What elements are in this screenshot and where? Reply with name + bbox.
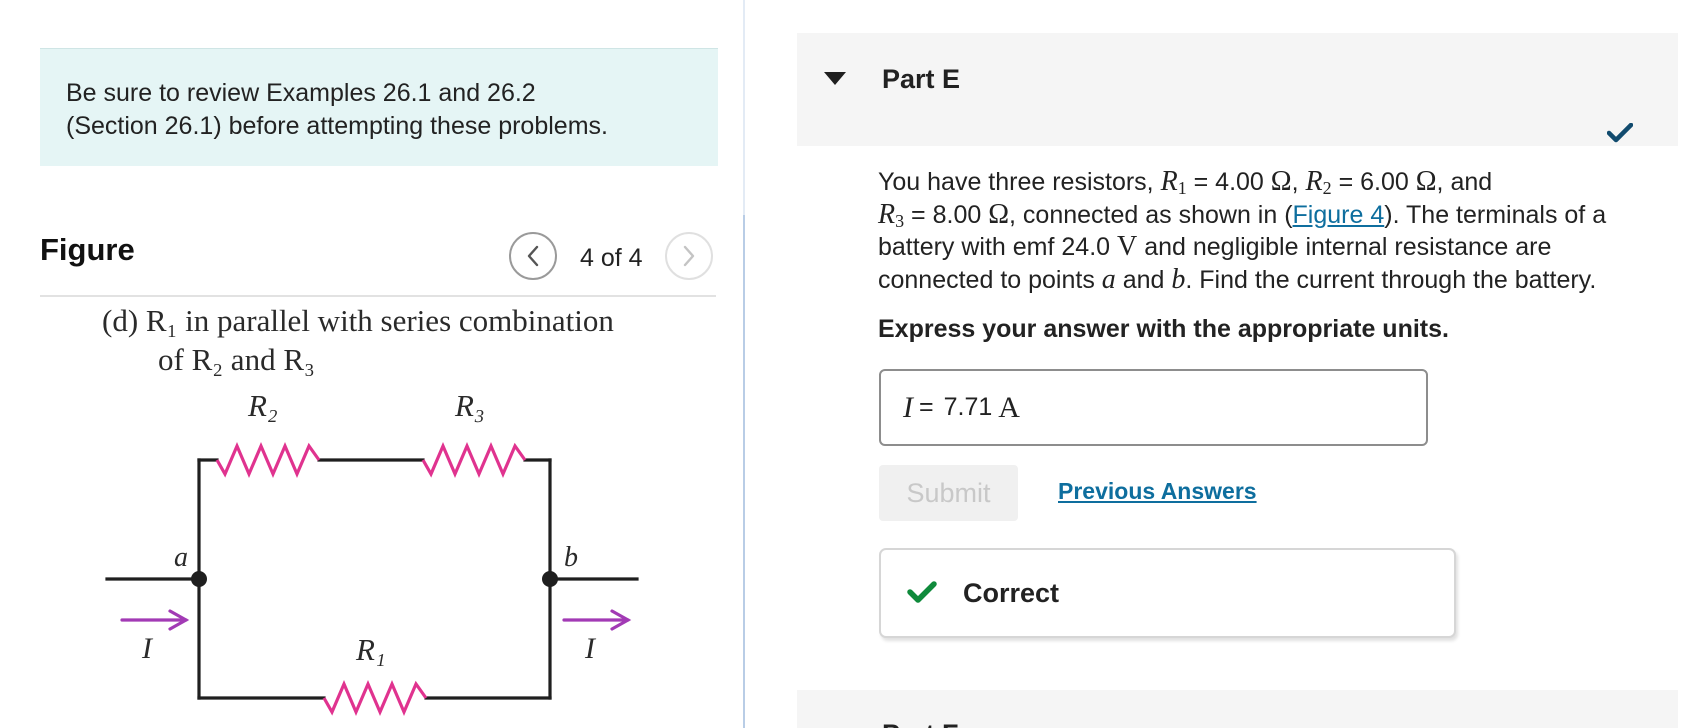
- node-b-dot: [542, 571, 558, 587]
- current-in-arrow: [120, 609, 190, 631]
- math-point-b: b: [1171, 263, 1186, 295]
- answer-equals: =: [919, 393, 934, 421]
- question-fragment: You have three resistors,: [878, 168, 1161, 196]
- figure-counter: 4 of 4: [580, 244, 643, 272]
- next-part-title: Part F: [882, 719, 959, 728]
- correct-check-icon: [907, 581, 937, 603]
- next-part-header[interactable]: Part F: [797, 690, 1678, 728]
- notice-line-2: (Section 26.1) before attempting these p…: [66, 112, 608, 140]
- question-fragment: ,: [1291, 168, 1299, 196]
- previous-figure-button[interactable]: [509, 232, 557, 280]
- r3-label: R₃: [454, 388, 485, 423]
- question-line-4: connected to points a and b. Find the cu…: [878, 264, 1678, 297]
- previous-answers-link[interactable]: Previous Answers: [1058, 478, 1257, 505]
- ohm-symbol: Ω: [988, 198, 1010, 230]
- answer-field[interactable]: I = 7.71 A: [879, 369, 1428, 446]
- r1-label: R₁: [355, 632, 386, 667]
- math-r2: R2: [1305, 166, 1332, 198]
- ohm-symbol: Ω: [1270, 166, 1292, 197]
- caption-line-1: (d) R₁ in parallel with series combinati…: [102, 303, 614, 338]
- figure-title: Figure: [40, 232, 135, 267]
- chevron-left-icon: [527, 245, 539, 267]
- math-r3: R3: [878, 198, 905, 231]
- figure-divider: [40, 295, 716, 297]
- feedback-box: Correct: [879, 548, 1456, 638]
- question-fragment: and negligible internal resistance are: [1137, 233, 1552, 261]
- question-text: You have three resistors, R1 = 4.00 Ω, R…: [878, 166, 1678, 296]
- review-notice: Be sure to review Examples 26.1 and 26.2…: [40, 48, 718, 166]
- part-title: Part E: [882, 64, 961, 94]
- question-fragment: , connected as shown in (: [1009, 200, 1293, 229]
- math-point-a: a: [1101, 263, 1116, 295]
- node-b-label: b: [564, 542, 578, 573]
- submit-button[interactable]: Submit: [879, 465, 1018, 521]
- question-fragment: , and: [1436, 168, 1493, 196]
- completed-check-icon: [1607, 123, 1633, 143]
- current-in-label: I: [141, 632, 154, 665]
- question-line-2: R3 = 8.00 Ω, connected as shown in (Figu…: [878, 199, 1678, 232]
- answer-instruction: Express your answer with the appropriate…: [878, 315, 1449, 343]
- math-r1: R1: [1160, 166, 1187, 198]
- question-fragment: = 8.00: [904, 200, 989, 229]
- resistor-r3: [421, 441, 527, 479]
- question-line-3: battery with emf 24.0 V and negligible i…: [878, 231, 1678, 264]
- resistors: [215, 441, 527, 717]
- ohm-symbol: Ω: [1415, 166, 1437, 197]
- volt-symbol: V: [1117, 231, 1138, 262]
- question-fragment: = 4.00: [1186, 168, 1271, 196]
- question-fragment: . Find the current through the battery.: [1185, 265, 1597, 294]
- answer-variable: I: [903, 390, 913, 424]
- answer-unit: A: [998, 390, 1020, 424]
- question-fragment: connected to points: [878, 265, 1102, 294]
- figure-4-link[interactable]: Figure 4: [1293, 201, 1385, 229]
- notice-line-1: Be sure to review Examples 26.1 and 26.2: [66, 79, 536, 107]
- chevron-right-icon: [683, 245, 695, 267]
- node-a-label: a: [174, 542, 188, 573]
- question-fragment: ). The terminals of a: [1384, 200, 1607, 229]
- feedback-text: Correct: [963, 578, 1060, 608]
- r2-label: R₂: [247, 388, 278, 423]
- resistor-r1: [322, 679, 428, 717]
- collapse-toggle-icon[interactable]: [824, 72, 846, 86]
- question-fragment: battery with emf 24.0: [878, 233, 1118, 261]
- answer-value: 7.71: [943, 393, 993, 421]
- resistor-r2: [215, 441, 321, 479]
- question-line-1: You have three resistors, R1 = 4.00 Ω, R…: [878, 166, 1678, 199]
- question-fragment: and: [1115, 265, 1172, 294]
- pane-divider-top: [743, 0, 745, 215]
- caption-line-2: of R₂ and R₃: [158, 342, 315, 377]
- node-a-dot: [191, 571, 207, 587]
- next-figure-button[interactable]: [665, 232, 713, 280]
- current-out-label: I: [584, 632, 597, 665]
- question-fragment: = 6.00: [1331, 168, 1416, 196]
- circuit-figure: (d) R₁ in parallel with series combinati…: [102, 303, 639, 717]
- current-out-arrow: [562, 609, 632, 631]
- figure-pane: Be sure to review Examples 26.1 and 26.2…: [0, 0, 742, 728]
